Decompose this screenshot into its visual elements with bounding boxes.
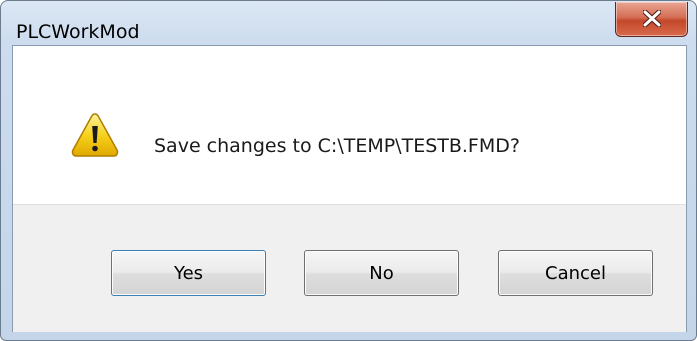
- cancel-button[interactable]: Cancel: [498, 250, 653, 296]
- close-button[interactable]: [615, 2, 688, 37]
- dialog-message: Save changes to C:\TEMP\TESTB.FMD?: [154, 135, 520, 157]
- dialog-client-area: Save changes to C:\TEMP\TESTB.FMD? Yes N…: [12, 45, 687, 332]
- close-icon: [643, 10, 661, 27]
- window-title: PLCWorkMod: [16, 21, 140, 43]
- warning-icon: [71, 113, 119, 157]
- button-bar: Yes No Cancel: [13, 204, 686, 332]
- no-button[interactable]: No: [304, 250, 459, 296]
- yes-button[interactable]: Yes: [111, 250, 266, 296]
- message-area: Save changes to C:\TEMP\TESTB.FMD?: [13, 46, 686, 204]
- dialog-window: PLCWorkMod Save changes to C:\TEMP\TESTB…: [0, 0, 697, 341]
